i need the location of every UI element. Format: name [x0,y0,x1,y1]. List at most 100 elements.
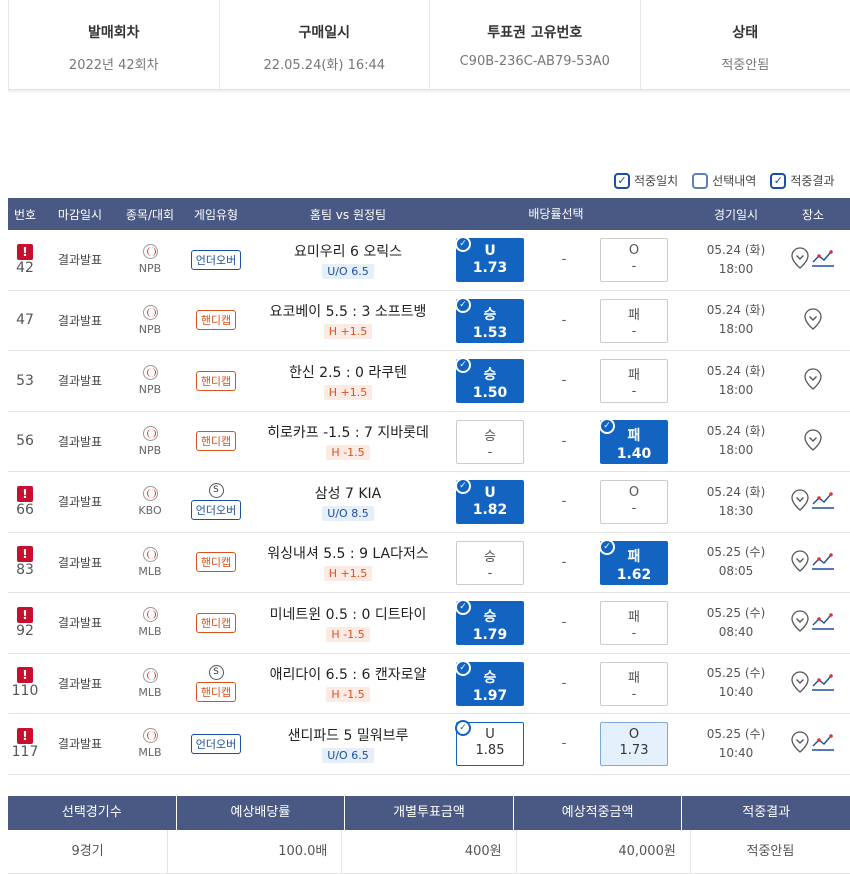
odds-cell: 승 - - ✓ 패 1.40 [446,412,696,472]
odds-left-label: 승 [484,428,496,444]
line-tag: H -1.5 [326,626,370,642]
trend-chart-icon[interactable] [811,248,835,271]
table-row[interactable]: 47 결과발표 NPB 핸디캡 요코베이 5.5 : 3 소프트뱅 H +1.5 ✓ 승 1.5… [8,291,850,351]
match-cell: 삼성 7 KIA U/O 8.5 [250,483,446,521]
odds-left-value: 1.97 [472,687,508,704]
odds-left-button[interactable]: ✓ 승 1.97 [455,659,524,706]
legend-hit-match[interactable]: ✓ 적중일치 [614,172,678,189]
map-pin-icon[interactable] [791,610,809,635]
table-row[interactable]: 56 결과발표 NPB 핸디캡 히로카프 -1.5 : 7 지바롯데 H -1.5 승 - - ✓… [8,412,850,472]
odds-right-button[interactable]: O- [600,480,668,524]
legend-selection[interactable]: 선택내역 [692,172,756,189]
close-status: 결과발표 [57,495,103,510]
odds-left-button[interactable]: ✓ 승 1.50 [455,357,524,403]
odds-right-button[interactable]: 패- [600,359,668,403]
header-no: 번호 [13,207,37,222]
map-pin-icon[interactable] [791,247,809,272]
row-number-cell: ! 42 [8,243,42,276]
checkbox-empty-icon[interactable] [692,172,709,189]
alert-icon: ! [17,667,33,684]
special-s-icon: S [208,664,224,680]
map-pin-icon[interactable] [804,429,822,454]
bet-summary-header-games: 선택경기수 [8,796,177,830]
table-row[interactable]: ! 42 결과발표 NPB 언더오버 요미우리 6 오릭스 U/O 6.5 ✓ U 1.73- O -… [8,230,850,291]
check-circle-icon: ✓ [455,357,471,373]
odds-right-button[interactable]: ✓ 패 1.40 [599,417,668,464]
game-time: 10:40 [718,745,754,760]
odds-left-button[interactable]: ✓ 승 1.53 [455,296,524,343]
close-status: 결과발표 [57,253,103,268]
game-type-cell: 언더오버 [182,733,250,754]
table-row[interactable]: ! 110 결과발표 MLB S 핸디캡 애리다이 6.5 : 6 캔자로얄 H -1.5 ✓ 승… [8,654,850,714]
summary-round: 발매회차 2022년 42회차 [8,0,220,89]
summary-purchase-label: 구매일시 [298,25,351,41]
table-row[interactable]: ! 92 결과발표 MLB 핸디캡 미네트윈 0.5 : 0 디트타이 H -1.5 ✓ 승 1.… [8,593,850,654]
game-time: 08:40 [718,624,754,639]
baseball-icon [142,425,158,441]
odds-right-button[interactable]: 패- [600,661,668,706]
bet-summary-header: 선택경기수 예상배당률 개별투표금액 예상적중금액 적중결과 [8,796,850,830]
odds-right-value: 1.40 [616,445,652,462]
table-row[interactable]: ! 83 결과발표 MLB 핸디캡 워싱내셔 5.5 : 9 LA다저스 H +1.5 승 - -… [8,533,850,593]
trend-chart-icon[interactable] [811,490,835,513]
trend-chart-icon[interactable] [811,551,835,574]
map-pin-icon[interactable] [804,308,822,333]
match-cell: 워싱내셔 5.5 : 9 LA다저스 H +1.5 [250,543,446,582]
odds-left-button[interactable]: ✓ 승 1.79 [455,599,524,645]
odds-right-button[interactable]: ✓ 패 1.62 [599,538,668,585]
game-date-cell: 05.24 (화) 18:00 [696,301,776,339]
legend-hit-result[interactable]: ✓ 적중결과 [770,172,835,189]
sport-cell: NPB [118,425,182,457]
game-time: 18:00 [718,261,754,276]
trend-chart-icon[interactable] [811,611,835,634]
row-number-cell: 53 [8,373,42,389]
odds-cell: ✓ 승 1.97- 패 - [446,654,696,714]
map-pin-icon[interactable] [791,731,809,756]
map-pin-icon[interactable] [791,671,809,696]
match-teams: 한신 2.5 : 0 라쿠텐 [288,364,408,381]
game-type-cell: 핸디캡 [182,431,250,452]
table-header: 번호 마감일시 종목/대회 게임유형 홈팀 vs 원정팀 배당률선택 경기일시 … [8,198,850,230]
table-row[interactable]: ! 117 결과발표 MLB 언더오버 샌디파드 5 밀워브루 U/O 6.5 ✓ U 1.85 -… [8,714,850,775]
summary-purchase: 구매일시 22.05.24(화) 16:44 [220,0,430,89]
odds-left-button[interactable]: ✓ U 1.82 [455,478,524,524]
location-cell [776,731,850,756]
game-type-badge: 언더오버 [190,249,242,270]
map-pin-icon[interactable] [791,489,809,514]
baseball-icon [142,667,158,683]
header-type: 게임유형 [193,207,239,222]
checkbox-checked-icon[interactable]: ✓ [614,172,630,189]
map-pin-icon[interactable] [791,550,809,575]
odds-right-label: 패 [628,307,640,323]
match-teams: 삼성 7 KIA [314,485,382,502]
table-row[interactable]: ! 66 결과발표 KBO S 언더오버 삼성 7 KIA U/O 8.5 ✓ U 1.82- O -0… [8,472,850,533]
odds-left-button[interactable]: 승- [456,419,524,464]
legend-selection-label: 선택내역 [712,174,757,188]
close-status: 결과발표 [57,374,103,389]
odds-right-button[interactable]: O- [600,238,668,282]
map-pin-icon[interactable] [804,368,822,393]
odds-cell: ✓ U 1.73- O - [446,230,696,290]
bet-summary: 선택경기수 예상배당률 개별투표금액 예상적중금액 적중결과 9경기 100.0… [8,796,850,874]
game-time: 18:00 [718,322,754,337]
location-cell [776,368,850,393]
odds-right-button[interactable]: 패- [600,601,668,645]
odds-right-button[interactable]: 패- [600,298,668,343]
trend-chart-icon[interactable] [811,732,835,755]
table-row[interactable]: 53 결과발표 NPB 핸디캡 한신 2.5 : 0 라쿠텐 H +1.5 ✓ 승 1.50- 패… [8,351,850,412]
league-label: NPB [138,383,162,397]
odds-right-value: 1.62 [616,566,652,583]
game-date-cell: 05.25 (수) 08:40 [696,604,776,642]
odds-right-button[interactable]: O 1.73 [600,722,668,766]
game-type-cell: 핸디캡 [182,370,250,391]
odds-left-button[interactable]: ✓ U 1.73 [455,236,524,282]
odds-left-button[interactable]: ✓ U 1.85 [455,720,524,766]
checkbox-checked-icon[interactable]: ✓ [770,172,787,189]
odds-right-value: - [631,323,637,339]
odds-cell: ✓ 승 1.53 - 패 - [446,291,696,351]
odds-left-button[interactable]: 승- [456,540,524,585]
game-type-badge: 언더오버 [190,733,242,754]
bet-summary-header-payout: 예상적중금액 [514,796,683,830]
close-status: 결과발표 [57,313,103,328]
trend-chart-icon[interactable] [811,672,835,695]
